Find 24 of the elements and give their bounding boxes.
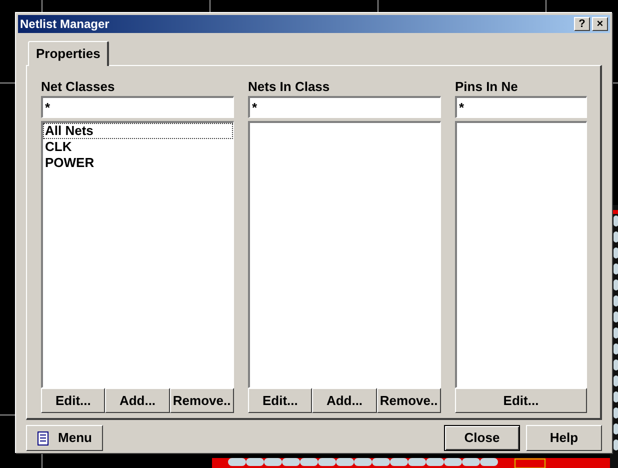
list-button[interactable]: Add... [312,388,377,413]
help-button[interactable]: ? [574,17,590,31]
dialog-button[interactable]: Close [444,425,520,451]
column-heading: Nets In Class [248,78,331,96]
list-button[interactable]: Edit... [248,388,312,413]
list-button[interactable]: Remove.. [170,388,234,413]
filter-field[interactable]: * [248,96,441,118]
column-heading: Pins In Ne [455,78,519,96]
list-button[interactable]: Add... [105,388,170,413]
filter-field[interactable]: * [41,96,234,118]
window-title: Netlist Manager [20,16,110,33]
menu-button[interactable]: Menu [26,425,103,451]
list-button[interactable]: Remove.. [376,388,441,413]
close-button[interactable]: × [592,17,608,31]
filter-field[interactable]: * [455,96,587,118]
list-item[interactable]: CLK [43,139,233,155]
dialog-button[interactable]: Help [526,425,602,451]
list-item[interactable]: POWER [43,155,233,171]
list-icon [37,430,50,446]
column-heading: Net Classes [41,78,116,96]
list-item[interactable]: All Nets [43,123,233,139]
list-button[interactable]: Edit... [455,388,587,413]
tab[interactable]: Properties [28,41,110,66]
list-button[interactable]: Edit... [41,388,106,413]
